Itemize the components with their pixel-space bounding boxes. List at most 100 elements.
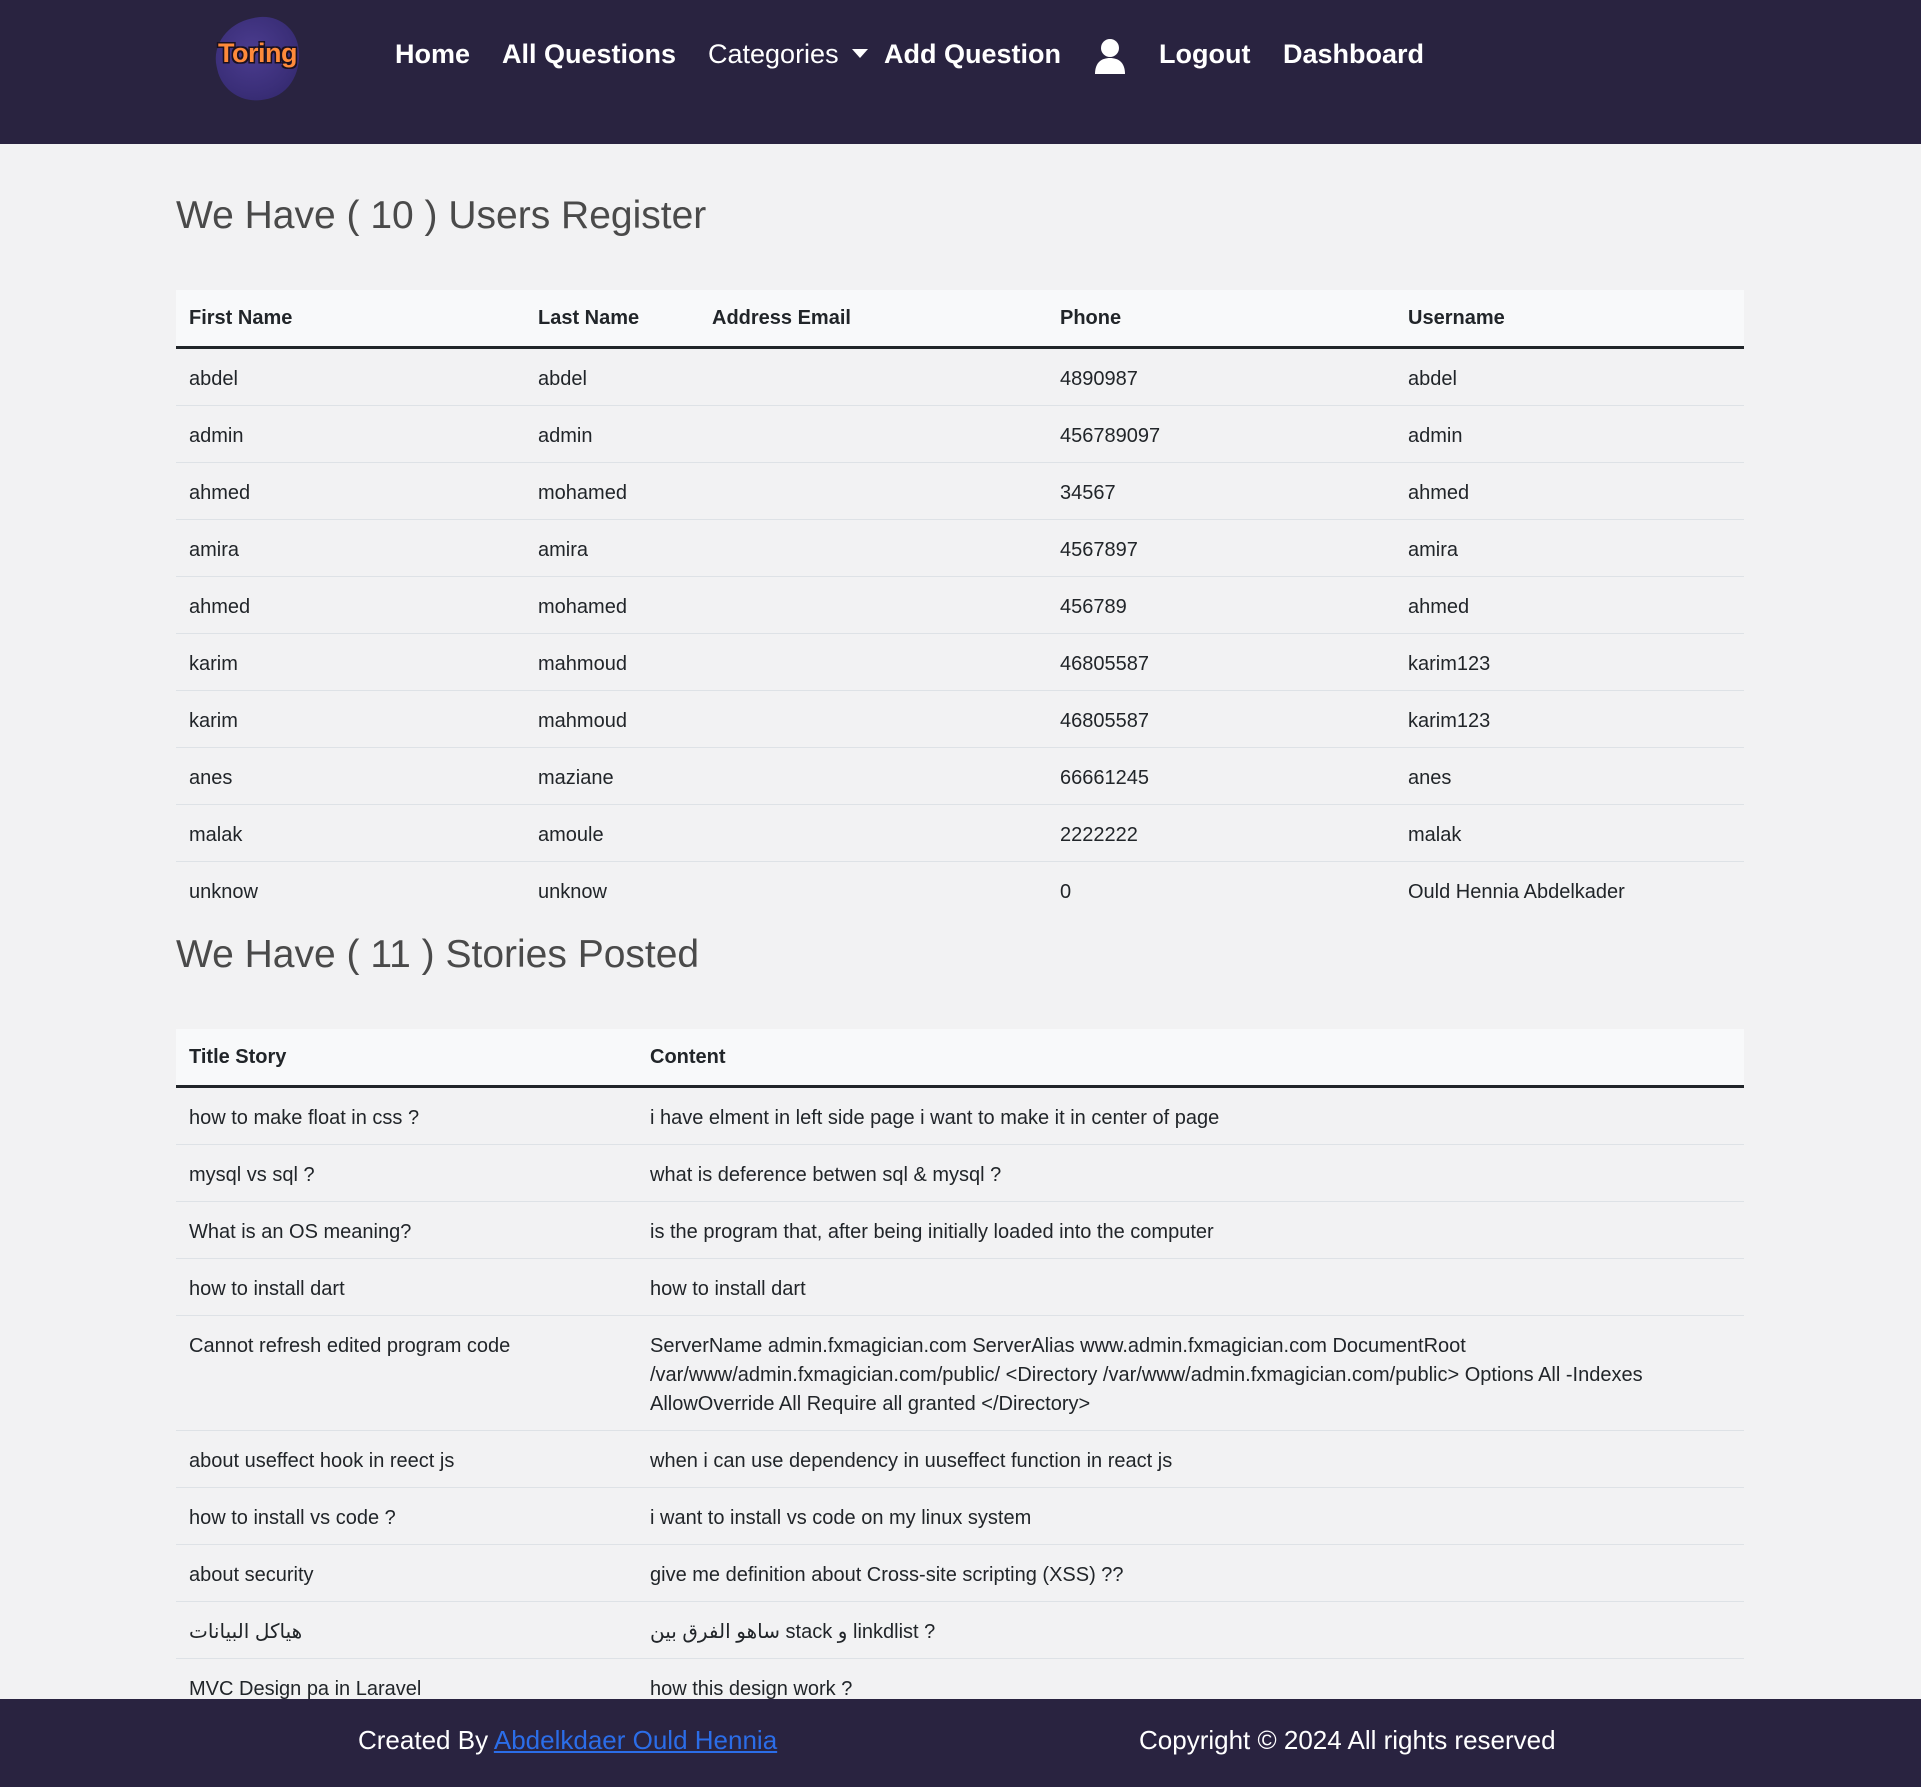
column-header-phone: Phone (1060, 307, 1122, 329)
table-row: unknow unknow 0 Ould Hennia Abdelkader (176, 862, 1744, 918)
cell-phone: 456789097 (1060, 425, 1161, 447)
column-header-email: Address Email (712, 307, 851, 329)
cell-phone: 66661245 (1060, 767, 1149, 789)
cell-title-story: about security (189, 1564, 314, 1586)
nav-home[interactable]: Home (395, 36, 470, 72)
stories-table-header: Title Story Content (176, 1029, 1744, 1088)
logo[interactable]: Toring (208, 10, 308, 108)
table-row: malak amoule 2222222 malak (176, 805, 1744, 862)
cell-content: give me definition about Cross-site scri… (650, 1564, 1124, 1586)
footer-credit: Created By Abdelkdaer Ould Hennia (358, 1725, 777, 1756)
cell-phone: 456789 (1060, 596, 1127, 618)
cell-phone: 46805587 (1060, 653, 1149, 675)
chevron-down-icon[interactable] (852, 49, 868, 58)
footer: Created By Abdelkdaer Ould Hennia Copyri… (0, 1699, 1921, 1787)
table-row: admin admin 456789097 admin (176, 406, 1744, 463)
cell-last-name: admin (538, 425, 593, 447)
cell-title-story: how to make float in css ? (189, 1107, 420, 1129)
cell-first-name: ahmed (189, 482, 251, 504)
cell-last-name: amoule (538, 824, 604, 846)
cell-first-name: malak (189, 824, 243, 846)
table-row: about security give me definition about C… (176, 1545, 1744, 1602)
cell-title-story: هياكل البيانات (189, 1621, 303, 1643)
cell-username: karim123 (1408, 653, 1491, 675)
table-row: ahmed mohamed 456789 ahmed (176, 577, 1744, 634)
cell-first-name: karim (189, 710, 238, 732)
column-header-content: Content (650, 1046, 726, 1068)
nav-all-questions[interactable]: All Questions (502, 36, 676, 72)
cell-title-story: What is an OS meaning? (189, 1221, 412, 1243)
cell-username: admin (1408, 425, 1463, 447)
cell-phone: 34567 (1060, 482, 1116, 504)
nav-categories-dropdown[interactable]: Categories (708, 36, 839, 72)
cell-content: how to install dart (650, 1278, 806, 1300)
cell-content: when i can use dependency in uuseffect f… (650, 1450, 1173, 1472)
footer-author-link[interactable]: Abdelkdaer Ould Hennia (494, 1725, 777, 1755)
users-table: First Name Last Name Address Email Phone… (176, 290, 1744, 918)
column-header-title-story: Title Story (189, 1046, 287, 1068)
cell-title-story: how to install dart (189, 1278, 345, 1300)
column-header-username: Username (1408, 307, 1505, 329)
users-table-body: abdel abdel 4890987 abdel admin admin 45678909… (176, 349, 1744, 918)
table-row: What is an OS meaning? is the program tha… (176, 1202, 1744, 1259)
cell-content: i have elment in left side page i want t… (650, 1107, 1220, 1129)
cell-title-story: mysql vs sql ? (189, 1164, 315, 1186)
cell-last-name: mahmoud (538, 653, 627, 675)
cell-first-name: abdel (189, 368, 238, 390)
table-row: mysql vs sql ? what is deference betwen s… (176, 1145, 1744, 1202)
cell-first-name: karim (189, 653, 238, 675)
cell-username: abdel (1408, 368, 1457, 390)
cell-phone: 46805587 (1060, 710, 1149, 732)
cell-phone: 2222222 (1060, 824, 1138, 846)
table-row: karim mahmoud 46805587 karim123 (176, 691, 1744, 748)
cell-first-name: amira (189, 539, 240, 561)
nav-dashboard[interactable]: Dashboard (1283, 36, 1424, 72)
cell-title-story: about useffect hook in reect js (189, 1450, 455, 1472)
cell-username: amira (1408, 539, 1459, 561)
cell-first-name: admin (189, 425, 244, 447)
nav-logout[interactable]: Logout (1159, 36, 1250, 72)
table-row: ahmed mohamed 34567 ahmed (176, 463, 1744, 520)
table-row: هياكل البيانات ساهو الفرق بين stack و lin… (176, 1602, 1744, 1659)
cell-first-name: unknow (189, 881, 258, 903)
table-row: how to install vs code ? i want to instal… (176, 1488, 1744, 1545)
table-row: abdel abdel 4890987 abdel (176, 349, 1744, 406)
user-icon[interactable] (1094, 38, 1126, 74)
table-row: how to make float in css ? i have elment … (176, 1088, 1744, 1145)
table-row: amira amira 4567897 amira (176, 520, 1744, 577)
users-table-header: First Name Last Name Address Email Phone… (176, 290, 1744, 349)
nav-add-question[interactable]: Add Question (884, 36, 1061, 72)
cell-username: malak (1408, 824, 1462, 846)
stories-section-title: We Have ( 11 ) Stories Posted (176, 933, 700, 976)
cell-username: Ould Hennia Abdelkader (1408, 881, 1625, 903)
cell-phone: 0 (1060, 881, 1072, 903)
stories-table: Title Story Content how to make float in… (176, 1029, 1744, 1715)
footer-created-by: Created By (358, 1725, 494, 1755)
table-row: Cannot refresh edited program code Server… (176, 1316, 1744, 1431)
cell-phone: 4567897 (1060, 539, 1138, 561)
cell-content: ساهو الفرق بين stack و linkdlist ? (650, 1621, 936, 1643)
cell-last-name: mohamed (538, 482, 627, 504)
table-row: about useffect hook in reect js when i ca… (176, 1431, 1744, 1488)
cell-last-name: unknow (538, 881, 607, 903)
navbar: Toring Home All Questions Categories Add… (0, 0, 1921, 144)
cell-last-name: mohamed (538, 596, 627, 618)
cell-content: is the program that, after being initial… (650, 1221, 1214, 1243)
cell-username: karim123 (1408, 710, 1491, 732)
cell-title-story: Cannot refresh edited program code (189, 1335, 511, 1357)
cell-content: ServerName admin.fxmagician.com ServerAl… (650, 1335, 1643, 1415)
cell-last-name: abdel (538, 368, 587, 390)
cell-last-name: amira (538, 539, 589, 561)
stories-table-body: how to make float in css ? i have elment … (176, 1088, 1744, 1715)
cell-content: what is deference betwen sql & mysql ? (650, 1164, 1002, 1186)
table-row: anes maziane 66661245 anes (176, 748, 1744, 805)
table-row: how to install dart how to install dart (176, 1259, 1744, 1316)
cell-username: ahmed (1408, 482, 1470, 504)
logo-text: Toring (218, 38, 297, 68)
table-row: karim mahmoud 46805587 karim123 (176, 634, 1744, 691)
cell-last-name: mahmoud (538, 710, 627, 732)
cell-first-name: ahmed (189, 596, 251, 618)
column-header-last-name: Last Name (538, 307, 640, 329)
cell-title-story: how to install vs code ? (189, 1507, 396, 1529)
cell-phone: 4890987 (1060, 368, 1138, 390)
